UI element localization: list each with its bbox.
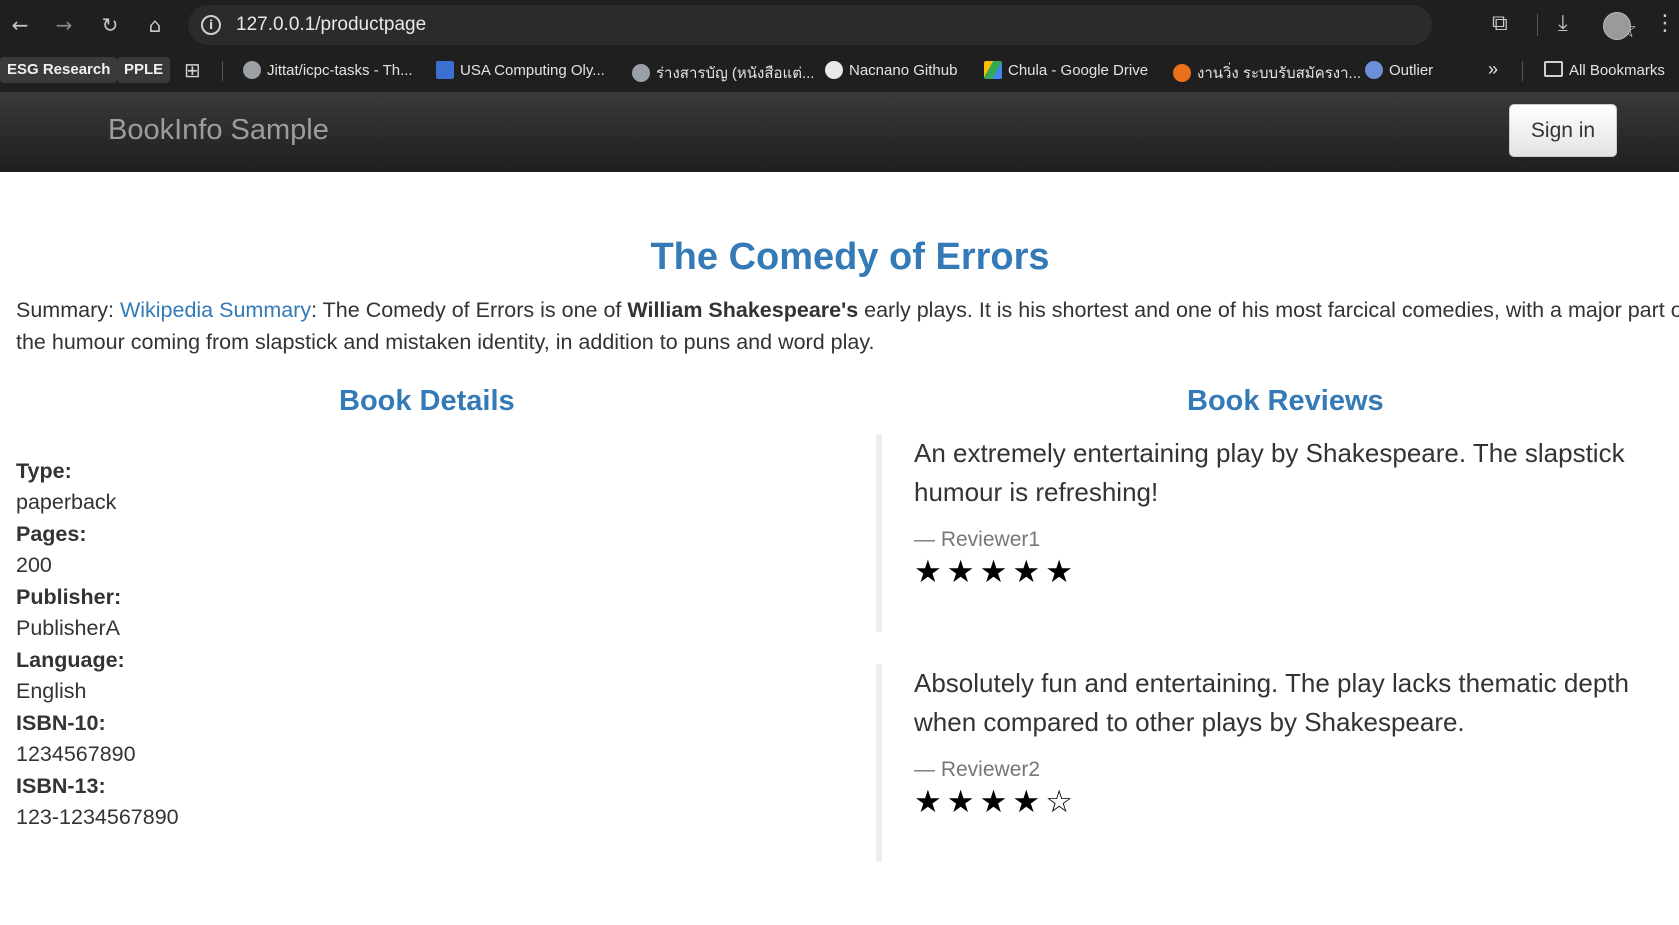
star-empty-icon: ☆ [1045,784,1078,820]
star-filled-icon: ★ [914,554,947,590]
globe-icon [243,61,261,79]
all-bookmarks[interactable]: All Bookmarks [1544,61,1665,79]
bookmark-label: Nacnano Github [849,62,958,79]
detail-value-isbn13: 123-1234567890 [16,805,179,829]
review-text: Absolutely fun and entertaining. The pla… [914,668,1629,737]
site-info-icon[interactable]: i [201,15,221,35]
bookmark-thai-doc[interactable]: ร่างสารบัญ (หนังสือแต่... [632,61,814,85]
back-arrow-icon[interactable]: ← [7,12,33,38]
globe-icon [632,64,650,82]
bookmark-label: งานวิ่ง ระบบรับสมัครงา... [1197,65,1362,82]
star-filled-icon: ★ [1045,554,1078,590]
profile-avatar[interactable] [1603,12,1631,40]
sign-in-button[interactable]: Sign in [1509,104,1617,157]
detail-value-type: paperback [16,490,117,514]
review-text: An extremely entertaining play by Shakes… [914,438,1625,507]
book-summary: Summary: Wikipedia Summary: The Comedy o… [16,294,1679,358]
more-bookmarks-chevron-icon[interactable]: » [1488,59,1498,80]
book-reviews-heading: Book Reviews [1187,385,1384,417]
folder-icon [1544,61,1563,77]
brand-title[interactable]: BookInfo Sample [108,114,329,147]
detail-label-language: Language: [16,647,125,672]
address-bar[interactable]: i 127.0.0.1/productpage ☆ [188,5,1638,45]
apps-grid-icon[interactable]: ⊞ [184,58,201,83]
download-icon[interactable]: ⤓ [1558,11,1568,36]
detail-value-isbn10: 1234567890 [16,742,136,766]
detail-label-pages: Pages: [16,521,87,546]
star-filled-icon: ★ [979,784,1013,820]
bookmark-label: USA Computing Oly... [460,62,605,79]
detail-value-publisher: PublisherA [16,616,120,640]
bookmark-thai-run[interactable]: งานวิ่ง ระบบรับสมัครงา... [1173,61,1361,85]
bookmark-jittat[interactable]: Jittat/icpc-tasks - Th... [243,61,413,79]
book-details-list: Type: paperback Pages: 200 Publisher: Pu… [16,456,179,834]
summary-text: : The Comedy of Errors is one of [311,298,628,322]
github-icon [825,61,843,79]
reload-icon[interactable]: ↻ [97,12,123,38]
bookmark-label: Outlier [1389,62,1434,79]
google-drive-icon [984,61,1002,79]
star-rating: ★★★★★ [914,554,1674,590]
url-text[interactable]: 127.0.0.1/productpage [236,14,426,36]
bookmarks-bar: ESG Research PPLE ⊞ Jittat/icpc-tasks - … [0,50,1679,92]
detail-value-language: English [16,679,87,703]
bookmark-pple[interactable]: PPLE [117,57,171,83]
forward-arrow-icon[interactable]: → [51,12,77,38]
bookmark-outlier[interactable]: Outlier [1365,61,1433,79]
star-filled-icon: ★ [1012,554,1046,590]
bookmark-esg-research[interactable]: ESG Research [0,57,118,83]
menu-kebab-icon[interactable]: ⋮ [1654,11,1676,36]
wikipedia-summary-link[interactable]: Wikipedia Summary [120,298,311,322]
bookmark-chula-drive[interactable]: Chula - Google Drive [984,61,1148,79]
summary-prefix: Summary: [16,298,120,322]
detail-value-pages: 200 [16,553,52,577]
detail-label-publisher: Publisher: [16,584,122,609]
star-filled-icon: ★ [946,554,980,590]
bookmark-divider [222,61,223,81]
review-card: Absolutely fun and entertaining. The pla… [876,664,1674,862]
star-filled-icon: ★ [1012,784,1046,820]
toolbar-divider [1537,14,1538,36]
page-title: The Comedy of Errors [650,236,1050,278]
book-details-heading: Book Details [339,385,515,417]
home-icon[interactable]: ⌂ [142,12,168,38]
bookmark-label: ร่างสารบัญ (หนังสือแต่... [656,65,815,82]
extensions-icon[interactable]: ⧉ [1492,11,1508,36]
bookmark-usaco[interactable]: USA Computing Oly... [436,61,605,79]
star-rating: ★★★★☆ [914,784,1674,820]
bookmark-label: Chula - Google Drive [1008,62,1149,79]
reviewer-name: — Reviewer1 [914,528,1041,551]
detail-label-isbn10: ISBN-10: [16,710,106,735]
bookmark-divider [1522,61,1523,81]
detail-label-type: Type: [16,458,72,483]
all-bookmarks-label: All Bookmarks [1569,62,1665,79]
review-card: An extremely entertaining play by Shakes… [876,434,1674,632]
runner-icon [1173,64,1191,82]
reviewer-name: — Reviewer2 [914,758,1041,781]
star-filled-icon: ★ [979,554,1013,590]
browser-toolbar: ← → ↻ ⌂ i 127.0.0.1/productpage ☆ ⧉ ⤓ ⋮ [0,0,1679,50]
usaco-icon [436,61,454,79]
app-navbar: BookInfo Sample Sign in [0,92,1679,172]
bookmark-label: Jittat/icpc-tasks - Th... [267,62,413,79]
outlier-icon [1365,61,1383,79]
bookmark-nacnano-github[interactable]: Nacnano Github [825,61,957,79]
star-filled-icon: ★ [914,784,947,820]
summary-author: William Shakespeare's [627,298,859,322]
star-filled-icon: ★ [946,784,980,820]
detail-label-isbn13: ISBN-13: [16,773,106,798]
